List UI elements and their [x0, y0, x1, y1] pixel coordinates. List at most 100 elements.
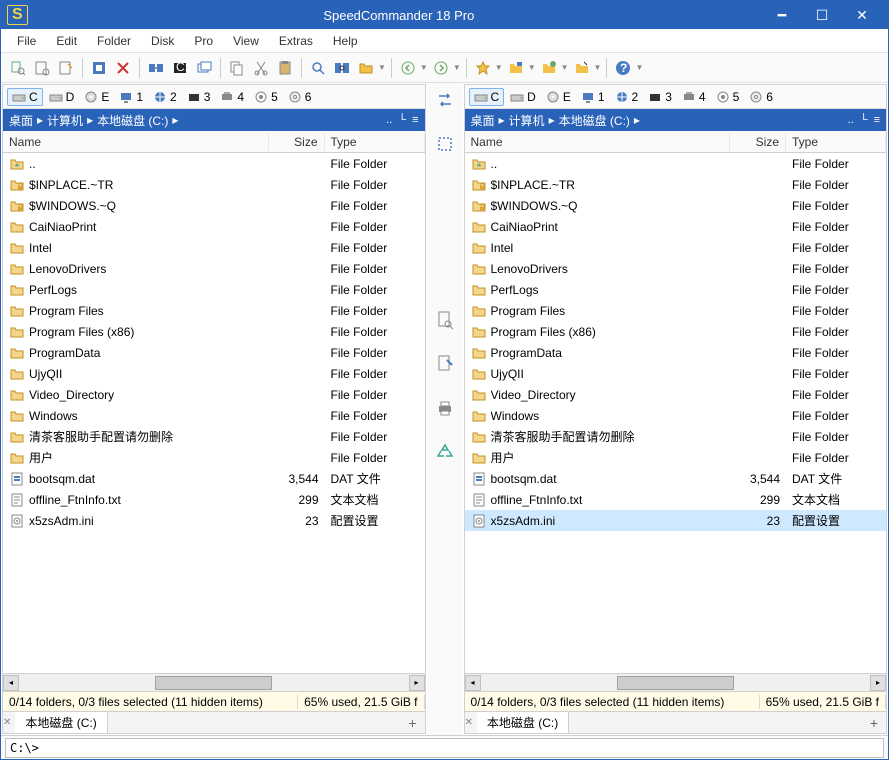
list-item[interactable]: PerfLogsFile Folder: [3, 279, 425, 300]
list-item[interactable]: WindowsFile Folder: [465, 405, 887, 426]
drive-E[interactable]: E: [542, 89, 575, 105]
list-item[interactable]: Program Files (x86)File Folder: [465, 321, 887, 342]
list-item[interactable]: x5zsAdm.ini23配置设置: [3, 510, 425, 531]
print-icon[interactable]: [432, 395, 458, 421]
invert-select-icon[interactable]: [88, 57, 110, 79]
delete-icon[interactable]: [112, 57, 134, 79]
list-item[interactable]: 用户File Folder: [465, 447, 887, 468]
list-item[interactable]: ProgramDataFile Folder: [3, 342, 425, 363]
drive-4[interactable]: 4: [678, 89, 710, 105]
recycle-icon[interactable]: [432, 439, 458, 465]
horizontal-scrollbar[interactable]: ◂▸: [465, 673, 887, 691]
menu-extras[interactable]: Extras: [269, 32, 323, 50]
list-item[interactable]: Video_DirectoryFile Folder: [465, 384, 887, 405]
help-icon[interactable]: ?: [612, 57, 634, 79]
list-item[interactable]: 用户File Folder: [3, 447, 425, 468]
nav-root-icon[interactable]: └: [860, 114, 868, 126]
tab-close-icon[interactable]: ✕: [465, 717, 473, 728]
list-item[interactable]: LenovoDriversFile Folder: [465, 258, 887, 279]
file-list[interactable]: ..File Folder$INPLACE.~TRFile Folder$WIN…: [465, 153, 887, 673]
copy-icon[interactable]: [226, 57, 248, 79]
view-icon[interactable]: [31, 57, 53, 79]
list-item[interactable]: IntelFile Folder: [465, 237, 887, 258]
list-item[interactable]: Program Files (x86)File Folder: [3, 321, 425, 342]
maximize-button[interactable]: ☐: [802, 1, 842, 29]
list-item[interactable]: $WINDOWS.~QFile Folder: [3, 195, 425, 216]
list-item[interactable]: 清茶客服助手配置请勿删除File Folder: [465, 426, 887, 447]
forward-icon[interactable]: [430, 57, 452, 79]
list-item[interactable]: UjyQIIFile Folder: [3, 363, 425, 384]
list-item[interactable]: $INPLACE.~TRFile Folder: [3, 174, 425, 195]
command-input[interactable]: [5, 738, 884, 758]
scroll-thumb[interactable]: [155, 676, 272, 690]
col-size[interactable]: Size: [269, 133, 325, 151]
list-item[interactable]: $WINDOWS.~QFile Folder: [465, 195, 887, 216]
list-item[interactable]: LenovoDriversFile Folder: [3, 258, 425, 279]
compare-sync-icon[interactable]: [145, 57, 167, 79]
drive-6[interactable]: 6: [745, 89, 777, 105]
col-type[interactable]: Type: [325, 133, 425, 151]
back-icon[interactable]: [397, 57, 419, 79]
list-item[interactable]: Video_DirectoryFile Folder: [3, 384, 425, 405]
drive-1[interactable]: 1: [577, 89, 609, 105]
breadcrumb-0[interactable]: 桌面: [471, 112, 495, 129]
breadcrumb-0[interactable]: 桌面: [9, 112, 33, 129]
drive-5[interactable]: 5: [250, 89, 282, 105]
find-files-icon[interactable]: [7, 57, 29, 79]
list-item[interactable]: Program FilesFile Folder: [465, 300, 887, 321]
breadcrumb-2[interactable]: 本地磁盘 (C:): [97, 112, 168, 129]
search-icon[interactable]: [307, 57, 329, 79]
menu-edit[interactable]: Edit: [46, 32, 87, 50]
list-item[interactable]: WindowsFile Folder: [3, 405, 425, 426]
folder-fav-icon[interactable]: [538, 57, 560, 79]
list-item[interactable]: PerfLogsFile Folder: [465, 279, 887, 300]
tab-add-button[interactable]: +: [400, 715, 424, 731]
list-item[interactable]: bootsqm.dat3,544DAT 文件: [3, 468, 425, 489]
minimize-button[interactable]: ━: [762, 1, 802, 29]
drive-5[interactable]: 5: [712, 89, 744, 105]
scroll-thumb[interactable]: [617, 676, 734, 690]
list-item[interactable]: ..File Folder: [3, 153, 425, 174]
drive-E[interactable]: E: [80, 89, 113, 105]
col-name[interactable]: Name: [465, 133, 731, 151]
nav-up-icon[interactable]: ..: [848, 114, 854, 126]
edit-file-icon[interactable]: [432, 351, 458, 377]
list-item[interactable]: bootsqm.dat3,544DAT 文件: [465, 468, 887, 489]
tab-add-button[interactable]: +: [862, 715, 886, 731]
close-button[interactable]: ✕: [842, 1, 882, 29]
drive-3[interactable]: 3: [183, 89, 215, 105]
tab-close-icon[interactable]: ✕: [3, 717, 11, 728]
horizontal-scrollbar[interactable]: ◂▸: [3, 673, 425, 691]
list-item[interactable]: CaiNiaoPrintFile Folder: [465, 216, 887, 237]
breadcrumb-2[interactable]: 本地磁盘 (C:): [559, 112, 630, 129]
breadcrumb-1[interactable]: 计算机: [47, 112, 83, 129]
menu-disk[interactable]: Disk: [141, 32, 184, 50]
menu-file[interactable]: File: [7, 32, 46, 50]
drive-2[interactable]: 2: [611, 89, 643, 105]
sync-folders-icon[interactable]: [331, 57, 353, 79]
drive-2[interactable]: 2: [149, 89, 181, 105]
terminal-icon[interactable]: C:\: [169, 57, 191, 79]
nav-root-icon[interactable]: └: [398, 114, 406, 126]
list-item[interactable]: ..File Folder: [465, 153, 887, 174]
nav-menu-icon[interactable]: ≡: [874, 114, 880, 126]
list-item[interactable]: offline_FtnInfo.txt299文本文档: [465, 489, 887, 510]
drive-D[interactable]: D: [506, 89, 540, 105]
list-item[interactable]: 清茶客服助手配置请勿删除File Folder: [3, 426, 425, 447]
drive-4[interactable]: 4: [216, 89, 248, 105]
drive-C[interactable]: C: [7, 88, 43, 106]
nav-up-icon[interactable]: ..: [386, 114, 392, 126]
col-size[interactable]: Size: [730, 133, 786, 151]
menu-view[interactable]: View: [223, 32, 269, 50]
new-window-icon[interactable]: [193, 57, 215, 79]
edit-icon[interactable]: [55, 57, 77, 79]
paste-icon[interactable]: [274, 57, 296, 79]
swap-panes-icon[interactable]: [432, 87, 458, 113]
drive-C[interactable]: C: [469, 88, 505, 106]
drive-3[interactable]: 3: [644, 89, 676, 105]
folder-menu-icon[interactable]: [355, 57, 377, 79]
drive-D[interactable]: D: [45, 89, 79, 105]
folder-history-icon[interactable]: [505, 57, 527, 79]
col-type[interactable]: Type: [786, 133, 886, 151]
col-name[interactable]: Name: [3, 133, 269, 151]
